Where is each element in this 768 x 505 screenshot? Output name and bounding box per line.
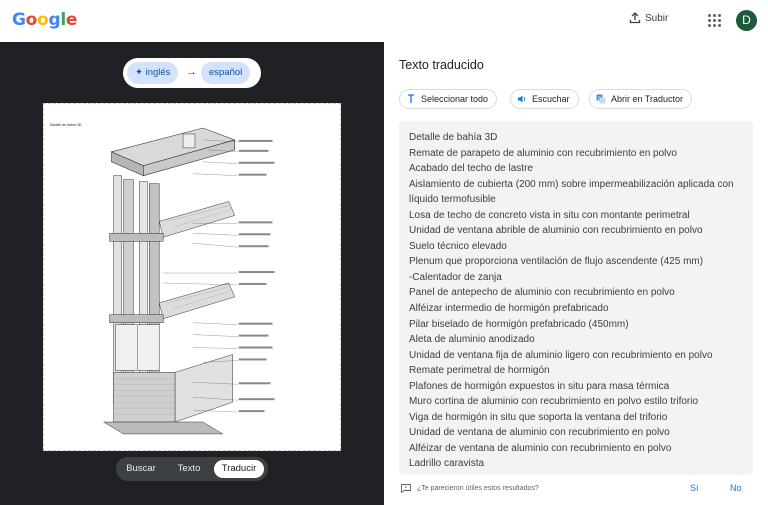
translated-line: Unidad de ventana fija de aluminio liger… — [409, 349, 713, 361]
listen-button[interactable]: Escuchar — [510, 89, 579, 109]
translated-line: Alféizar intermedio de hormigón prefabri… — [409, 303, 609, 315]
drawing-title: Detalle de bahía 3D — [50, 123, 82, 127]
language-selector: ✦ inglés → español — [123, 58, 261, 88]
translated-line: Losa de techo de concreto vista in situ … — [409, 209, 690, 221]
logo-letter: G — [12, 10, 26, 30]
source-language-label: inglés — [145, 67, 171, 78]
source-language-button[interactable]: ✦ inglés — [127, 62, 179, 84]
bay-detail-drawing: Detalle de bahía 3D — [50, 123, 275, 435]
translated-line: Acabado del techo de lastre — [409, 163, 533, 175]
mode-search-button[interactable]: Buscar — [120, 460, 162, 478]
translated-text-area[interactable]: Detalle de bahía 3D Remate de parapeto de… — [399, 121, 753, 475]
translation-panel: Texto traducido Seleccionar todo Escucha… — [384, 42, 768, 505]
sparkle-icon: ✦ — [135, 67, 143, 78]
speaker-icon — [518, 95, 526, 103]
translated-line: Pilar biselado de hormigón prefabricado … — [409, 318, 629, 330]
translated-line: Aleta de aluminio anodizado — [409, 334, 535, 346]
translated-line: -Calentador de zanja — [409, 271, 502, 283]
translated-line: Remate perimetral de hormigón — [409, 365, 550, 377]
logo-letter: o — [25, 10, 38, 30]
translated-line: Unidad de ventana de aluminio con recubr… — [409, 427, 670, 439]
top-bar: Google Subir D — [0, 0, 768, 42]
translated-line: Detalle de bahía 3D — [409, 132, 498, 143]
target-language-label: español — [209, 67, 243, 78]
listen-label: Escuchar — [532, 94, 570, 104]
feedback-yes-button[interactable]: Sí — [690, 483, 699, 493]
feedback-icon — [401, 484, 411, 493]
logo-letter: e — [65, 10, 78, 30]
translated-line: Alféizar de ventana de aluminio con recu… — [409, 442, 672, 454]
panel-title: Texto traducido — [399, 58, 484, 72]
translate-icon: G — [596, 94, 606, 104]
svg-text:G: G — [598, 95, 602, 101]
arrow-right-icon: → — [186, 66, 197, 78]
image-panel: ✦ inglés → español Detalle de bahía 3D B… — [0, 42, 384, 505]
translated-line: Panel de antepecho de aluminio con recub… — [409, 287, 675, 299]
feedback-question: ¿Te parecieron útiles estos resultados? — [417, 485, 539, 492]
select-all-label: Seleccionar todo — [421, 94, 489, 104]
mode-text-button[interactable]: Texto — [168, 460, 210, 478]
translated-line: Aislamiento de cubierta (200 mm) sobre i… — [409, 178, 734, 206]
apps-grid-icon[interactable] — [706, 12, 722, 28]
translated-line: Unidad de ventana abrible de aluminio co… — [409, 225, 703, 237]
translated-line: Plenum que proporciona ventilación de fl… — [409, 256, 704, 268]
upload-button[interactable]: Subir — [629, 12, 668, 24]
uploaded-image[interactable]: Detalle de bahía 3D — [43, 103, 341, 451]
feedback-no-button[interactable]: No — [730, 483, 742, 493]
open-in-translate-button[interactable]: G Abrir en Traductor — [589, 89, 693, 109]
translated-line: Plafones de hormigón expuestos in situ p… — [409, 380, 670, 392]
mode-translate-button[interactable]: Traducir — [214, 460, 264, 478]
upload-icon — [629, 12, 641, 24]
translated-line: Viga de hormigón in situ que soporta la … — [409, 411, 668, 423]
logo-letter: o — [37, 10, 49, 30]
google-logo[interactable]: Google — [12, 10, 77, 30]
feedback-bar: ¿Te parecieron útiles estos resultados? … — [399, 483, 753, 497]
upload-label: Subir — [645, 12, 669, 24]
translated-line: Suelo técnico elevado — [409, 240, 507, 252]
open-in-translate-label: Abrir en Traductor — [611, 94, 684, 104]
logo-letter: g — [48, 10, 61, 30]
text-select-icon — [408, 94, 414, 103]
translated-line: Muro cortina de aluminio con recubrimien… — [409, 396, 699, 408]
avatar[interactable]: D — [736, 10, 757, 31]
target-language-button[interactable]: español — [201, 62, 251, 84]
translated-line: Ladrillo caravista — [409, 458, 485, 470]
select-all-button[interactable]: Seleccionar todo — [399, 89, 498, 109]
translated-line: Remate de parapeto de aluminio con recub… — [409, 147, 677, 159]
mode-switcher: Buscar Texto Traducir — [116, 457, 268, 481]
